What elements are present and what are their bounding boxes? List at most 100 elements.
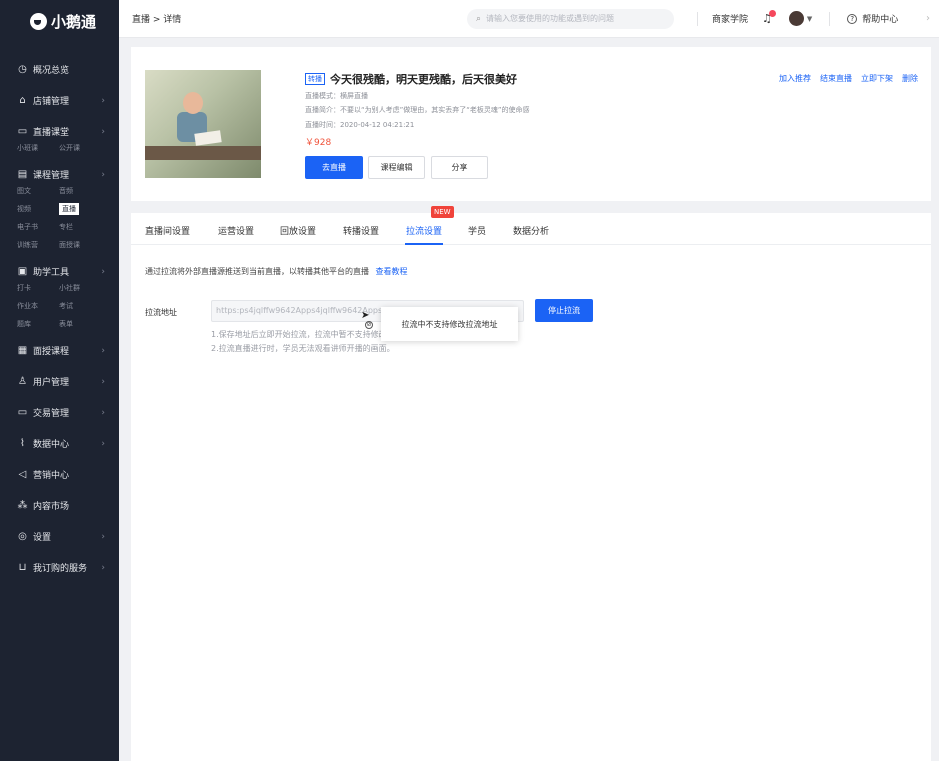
sidebar-item-live-camera[interactable]: ▭ 直播课堂 › [0, 116, 119, 147]
search-input[interactable]: ⌕ 请输入您要使用的功能或遇到的问题 [467, 8, 674, 29]
sidebar-subitem[interactable]: 视频 [17, 203, 59, 215]
unpublish-link[interactable]: 立即下架 [861, 73, 893, 84]
sidebar-subitem[interactable]: 训练营 [17, 239, 59, 251]
avatar[interactable] [788, 11, 804, 26]
pull-url-label: 拉流地址 [145, 308, 177, 317]
sidebar-item-megaphone[interactable]: ◁ 营销中心 [0, 459, 119, 490]
help-center-link[interactable]: ? 帮助中心 [847, 12, 898, 25]
thumbnail-head [183, 92, 203, 114]
sidebar-item-label: 我订购的服务 [33, 564, 88, 574]
brand-logo[interactable]: 小鹅通 [0, 0, 119, 43]
share-button[interactable]: 分享 [431, 156, 488, 179]
delete-link[interactable]: 删除 [902, 73, 918, 84]
divider [829, 11, 831, 26]
tab-pull-stream-settings[interactable]: 拉流设置 [406, 224, 442, 237]
sidebar: 小鹅通 ◷ 概况总览 ⌂ 店铺管理 › ▭ 直播课堂 › 小班课 公开课 ▤ 课程管理 › 图文 音频 视频直… [0, 0, 119, 761]
tab-data-analysis[interactable]: 数据分析 [513, 224, 549, 237]
sidebar-item-label: 店铺管理 [33, 97, 70, 107]
end-live-link[interactable]: 结束直播 [820, 73, 852, 84]
sidebar-item-label: 概况总览 [33, 66, 70, 76]
sidebar-item-chart-line[interactable]: ⌇ 数据中心 › [0, 428, 119, 459]
pull-stream-intro-text: 通过拉流将外部直播源推送到当前直播，以转播其他平台的直播 [145, 267, 369, 276]
sidebar-item-label: 数据中心 [33, 440, 70, 450]
sidebar-item-label: 用户管理 [33, 378, 70, 388]
relay-tag: 转播 [305, 73, 325, 85]
breadcrumb[interactable]: 直播 > 详情 [132, 12, 181, 25]
sidebar-item-user[interactable]: ♙ 用户管理 › [0, 366, 119, 397]
pull-note-2: 2.拉流直播进行时，学员无法观看讲师开播的画面。 [211, 344, 395, 353]
chevron-right-icon: › [101, 126, 105, 137]
tab-students[interactable]: 学员 [468, 224, 486, 237]
sidebar-item-dashboard[interactable]: ◷ 概况总览 [0, 54, 119, 85]
user-icon: ♙ [18, 376, 27, 387]
sidebar-subitem[interactable]: 专栏 [59, 221, 101, 233]
sidebar-subitem[interactable]: 直播 [59, 203, 79, 215]
chevron-right-icon: › [101, 376, 105, 387]
live-mode: 直播模式：横屏直播 [305, 92, 368, 100]
sidebar-item-settings[interactable]: ◎ 设置 › [0, 521, 119, 552]
notification-bell-icon[interactable]: ♫ [762, 10, 776, 25]
sidebar-item-classroom[interactable]: ▦ 面授课程 › [0, 335, 119, 366]
sidebar-item-hierarchy[interactable]: ⁂ 内容市场 [0, 490, 119, 521]
thumbnail-book [194, 130, 222, 146]
sidebar-subitem[interactable]: 电子书 [17, 221, 59, 233]
chart-line-icon: ⌇ [20, 438, 25, 449]
live-intro: 直播简介：不要以“为别人考虑”做理由，其实丢弃了“老板灵魂”的使命感 [305, 106, 530, 114]
course-card: 转播 今天很残酷，明天更残酷，后天很美好 直播模式：横屏直播 直播简介：不要以“… [131, 47, 931, 201]
sidebar-subitems: 图文 音频 视频 直播 电子书 专栏 训练营 面授课 [0, 185, 119, 251]
tab-replay-settings[interactable]: 回放设置 [280, 224, 316, 237]
course-thumbnail [145, 70, 261, 178]
transaction-icon: ▭ [17, 407, 28, 418]
go-live-button[interactable]: 去直播 [305, 156, 363, 179]
tab-bar: 直播间设置 运营设置 回放设置 转播设置 拉流设置 学员 数据分析 NEW [131, 206, 931, 245]
help-center-label: 帮助中心 [862, 15, 899, 25]
chevron-right-icon: › [101, 531, 105, 542]
sidebar-subitem[interactable]: 考试 [59, 300, 101, 312]
toolbox-icon: ▣ [17, 266, 28, 277]
topbar-right: 商家学院 ♫ ▼ ? 帮助中心 [697, 10, 898, 26]
search-placeholder: 请输入您要使用的功能或遇到的问题 [486, 14, 615, 23]
tab-relay-settings[interactable]: 转播设置 [343, 224, 379, 237]
sidebar-subitem[interactable]: 表单 [59, 318, 101, 330]
sidebar-subitem[interactable]: 面授课 [59, 239, 101, 251]
sidebar-item-label: 内容市场 [33, 502, 70, 512]
pull-note-1: 1.保存地址后立即开始拉流，拉流中暂不支持修改地址 [211, 330, 403, 339]
tutorial-link[interactable]: 查看教程 [376, 267, 408, 276]
add-recommend-link[interactable]: 加入推荐 [779, 73, 811, 84]
course-actions: 加入推荐 结束直播 立即下架 删除 [779, 73, 918, 84]
brand-name: 小鹅通 [51, 13, 97, 31]
active-tab-indicator [405, 243, 443, 245]
sidebar-item-cart[interactable]: ⊔ 我订购的服务 › [0, 552, 119, 583]
sidebar-subitem[interactable]: 题库 [17, 318, 59, 330]
course-title-row: 转播 今天很残酷，明天更残酷，后天很美好 [305, 71, 517, 87]
topbar: 直播 > 详情 ⌕ 请输入您要使用的功能或遇到的问题 商家学院 ♫ ▼ ? 帮助… [119, 0, 939, 38]
sidebar-item-course[interactable]: ▤ 课程管理 › [0, 159, 119, 190]
hierarchy-icon: ⁂ [17, 500, 28, 511]
course-price: ￥928 [305, 138, 332, 148]
chevron-right-icon: › [101, 407, 105, 418]
stop-pull-button[interactable]: 停止拉流 [535, 299, 593, 322]
sidebar-item-toolbox[interactable]: ▣ 助学工具 › [0, 256, 119, 287]
course-edit-button[interactable]: 课程编辑 [368, 156, 425, 179]
sidebar-item-label: 交易管理 [33, 409, 70, 419]
store-icon: ⌂ [19, 95, 26, 106]
sidebar-item-label: 助学工具 [33, 268, 70, 278]
sidebar-item-store[interactable]: ⌂ 店铺管理 › [0, 85, 119, 116]
sidebar-item-transaction[interactable]: ▭ 交易管理 › [0, 397, 119, 428]
sidebar-nav: ◷ 概况总览 ⌂ 店铺管理 › ▭ 直播课堂 › 小班课 公开课 ▤ 课程管理 › 图文 音频 视频 直播 电子书… [0, 43, 119, 583]
sidebar-subitem[interactable]: 作业本 [17, 300, 59, 312]
tab-live-room-settings[interactable]: 直播间设置 [145, 224, 190, 237]
new-badge: NEW [431, 206, 454, 218]
logo-icon [30, 13, 47, 30]
mouse-cursor-icon: ➤ [361, 310, 370, 321]
chevron-right-icon: › [101, 169, 105, 180]
notification-dot [768, 10, 776, 17]
live-time: 直播时间：2020-04-12 04:21:21 [305, 121, 415, 129]
chevron-down-icon[interactable]: ▼ [807, 15, 812, 23]
sidebar-item-label: 营销中心 [33, 471, 70, 481]
chevron-right-icon[interactable]: › [926, 13, 930, 24]
settings-icon: ◎ [18, 531, 27, 542]
tab-operation-settings[interactable]: 运营设置 [218, 224, 254, 237]
megaphone-icon: ◁ [18, 469, 27, 480]
merchant-academy-link[interactable]: 商家学院 [712, 12, 748, 25]
